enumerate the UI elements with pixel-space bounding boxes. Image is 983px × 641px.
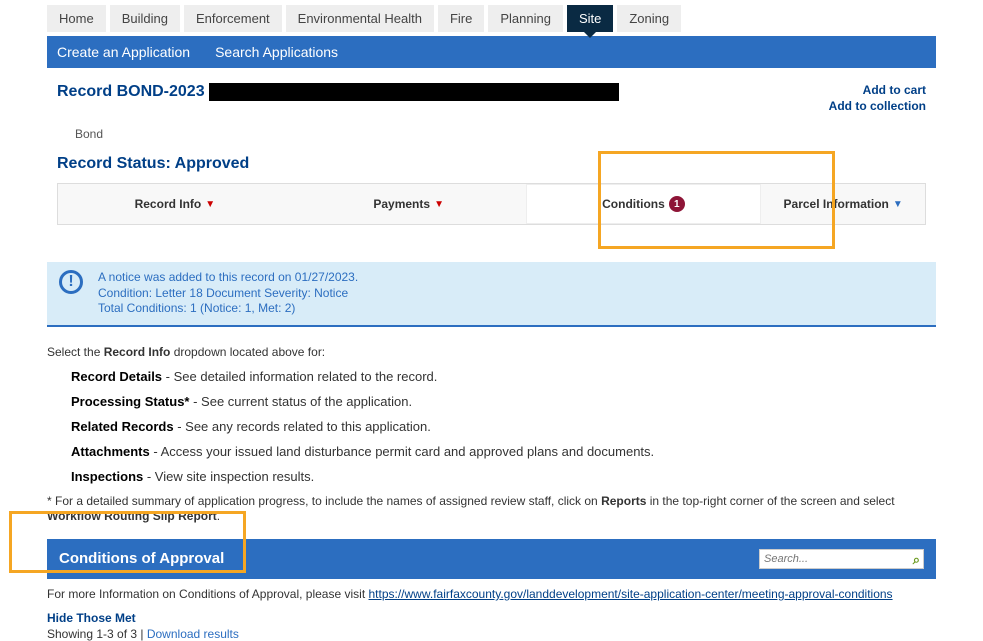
notice-line-2: Condition: Letter 18 Document Severity: … bbox=[98, 286, 358, 302]
add-to-collection-link[interactable]: Add to collection bbox=[829, 99, 926, 113]
help-item-text: - See any records related to this applic… bbox=[174, 419, 431, 434]
coa-info-line: For more Information on Conditions of Ap… bbox=[47, 587, 936, 601]
reports-pre: * For a detailed summary of application … bbox=[47, 494, 601, 508]
help-intro-post: dropdown located above for: bbox=[170, 345, 325, 359]
reports-mid: in the top-right corner of the screen an… bbox=[646, 494, 894, 508]
help-item-text: - View site inspection results. bbox=[143, 469, 314, 484]
tab-record-info-label: Record Info bbox=[135, 197, 202, 211]
info-icon: ! bbox=[59, 270, 83, 294]
notice-line-1: A notice was added to this record on 01/… bbox=[98, 270, 358, 286]
main-tab-enforcement[interactable]: Enforcement bbox=[184, 5, 282, 32]
coa-info-link[interactable]: https://www.fairfaxcounty.gov/landdevelo… bbox=[369, 587, 893, 601]
help-item-bold: Related Records bbox=[71, 419, 174, 434]
help-item-bold: Attachments bbox=[71, 444, 150, 459]
sub-action-bar: Create an Application Search Application… bbox=[47, 36, 936, 68]
showing-count: Showing 1-3 of 3 | bbox=[47, 627, 147, 641]
record-header-block: Record BOND-2023 Add to cart Add to coll… bbox=[47, 83, 936, 237]
main-tab-zoning[interactable]: Zoning bbox=[617, 5, 681, 32]
coa-info-pre: For more Information on Conditions of Ap… bbox=[47, 587, 369, 601]
help-item-text: - Access your issued land disturbance pe… bbox=[150, 444, 654, 459]
help-item-bold: Inspections bbox=[71, 469, 143, 484]
help-item: Attachments - Access your issued land di… bbox=[71, 444, 936, 459]
main-tab-building[interactable]: Building bbox=[110, 5, 180, 32]
chevron-down-icon: ▼ bbox=[205, 199, 215, 210]
help-intro: Select the Record Info dropdown located … bbox=[47, 345, 936, 359]
chevron-down-icon: ▼ bbox=[434, 199, 444, 210]
coa-search-input[interactable] bbox=[759, 549, 924, 569]
notice-banner: ! A notice was added to this record on 0… bbox=[47, 262, 936, 327]
main-tab-environmental-health[interactable]: Environmental Health bbox=[286, 5, 434, 32]
help-item-text: - See detailed information related to th… bbox=[162, 369, 437, 384]
help-item-text: - See current status of the application. bbox=[190, 394, 413, 409]
main-tabs: HomeBuildingEnforcementEnvironmental Hea… bbox=[0, 0, 983, 32]
search-applications-link[interactable]: Search Applications bbox=[215, 44, 338, 60]
search-icon[interactable]: ⌕ bbox=[913, 552, 920, 568]
help-list: Record Details - See detailed informatio… bbox=[47, 369, 936, 484]
showing-line: Showing 1-3 of 3 | Download results bbox=[47, 627, 936, 641]
download-results-link[interactable]: Download results bbox=[147, 627, 239, 641]
notice-line-3: Total Conditions: 1 (Notice: 1, Met: 2) bbox=[98, 301, 358, 317]
main-tab-fire[interactable]: Fire bbox=[438, 5, 484, 32]
bond-label: Bond bbox=[75, 127, 926, 141]
help-item: Processing Status* - See current status … bbox=[71, 394, 936, 409]
notice-text: A notice was added to this record on 01/… bbox=[98, 270, 358, 317]
tab-record-info[interactable]: Record Info ▼ bbox=[58, 184, 292, 224]
main-tab-site[interactable]: Site bbox=[567, 5, 613, 32]
help-item-bold: Processing Status* bbox=[71, 394, 190, 409]
highlight-annotation-conditions bbox=[598, 151, 835, 249]
highlight-annotation-coa bbox=[9, 511, 246, 573]
help-intro-bold: Record Info bbox=[104, 345, 171, 359]
help-item: Record Details - See detailed informatio… bbox=[71, 369, 936, 384]
coa-search-wrap: ⌕ bbox=[759, 549, 924, 569]
tab-payments-label: Payments bbox=[373, 197, 430, 211]
help-item-bold: Record Details bbox=[71, 369, 162, 384]
cart-links: Add to cart Add to collection bbox=[829, 83, 926, 115]
help-item: Inspections - View site inspection resul… bbox=[71, 469, 936, 484]
main-tab-home[interactable]: Home bbox=[47, 5, 106, 32]
add-to-cart-link[interactable]: Add to cart bbox=[829, 83, 926, 97]
chevron-down-icon: ▼ bbox=[893, 199, 903, 210]
record-title: Record BOND-2023 bbox=[57, 83, 619, 101]
tab-payments[interactable]: Payments ▼ bbox=[292, 184, 526, 224]
help-item: Related Records - See any records relate… bbox=[71, 419, 936, 434]
help-intro-pre: Select the bbox=[47, 345, 104, 359]
hide-those-met-link[interactable]: Hide Those Met bbox=[47, 611, 936, 625]
redacted-record-id bbox=[209, 83, 619, 101]
create-application-link[interactable]: Create an Application bbox=[57, 44, 190, 60]
reports-bold-1: Reports bbox=[601, 494, 646, 508]
main-tab-planning[interactable]: Planning bbox=[488, 5, 563, 32]
conditions-header-wrap: Conditions of Approval ⌕ bbox=[47, 539, 936, 579]
record-title-prefix: Record BOND-2023 bbox=[57, 83, 205, 101]
